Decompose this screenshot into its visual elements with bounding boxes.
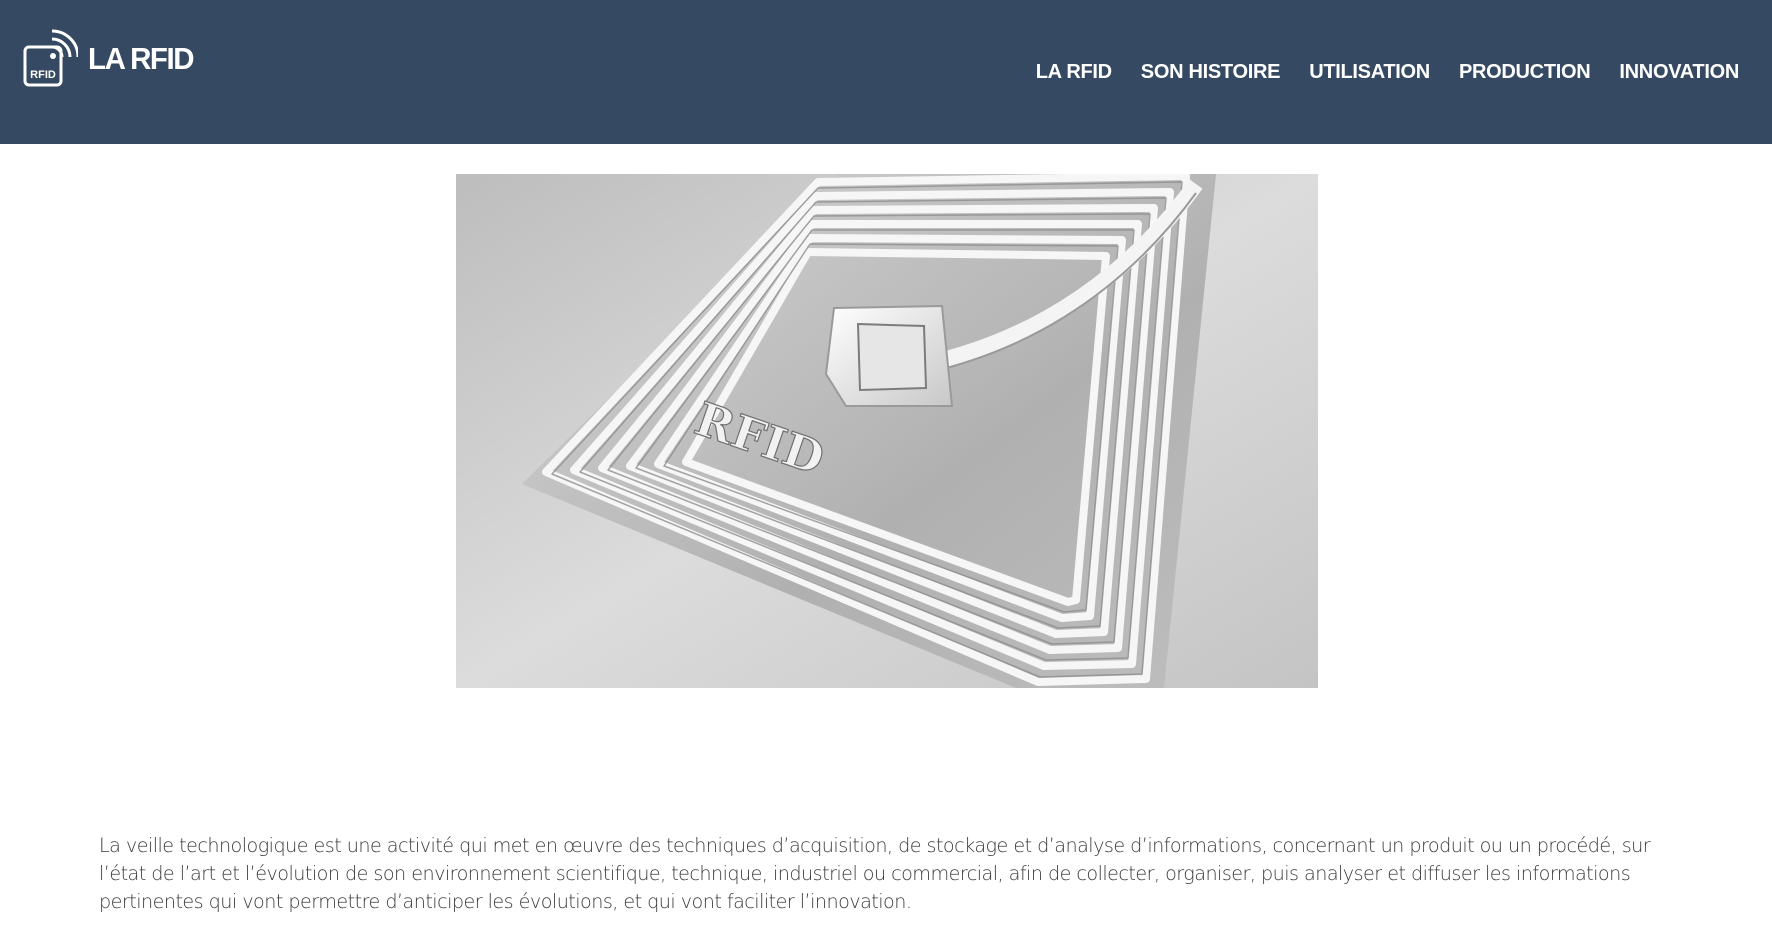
intro-paragraph: La veille technologique est une activité… bbox=[99, 834, 1651, 914]
site-title[interactable]: LA RFID bbox=[88, 43, 194, 74]
rfid-antenna-photo: RFID bbox=[456, 174, 1318, 688]
main-nav: LA RFID SON HISTOIRE UTILISATION PRODUCT… bbox=[1036, 0, 1740, 144]
nav-item-innovation[interactable]: INNOVATION bbox=[1619, 62, 1739, 82]
rfid-tag-icon: RFID bbox=[23, 29, 78, 87]
logo-label: RFID bbox=[30, 69, 56, 81]
nav-item-son-histoire[interactable]: SON HISTOIRE bbox=[1141, 62, 1281, 82]
hero-image: RFID bbox=[456, 174, 1318, 688]
brand-logo[interactable]: RFID LA RFID bbox=[22, 26, 199, 90]
nav-item-production[interactable]: PRODUCTION bbox=[1459, 62, 1591, 82]
nav-item-la-rfid[interactable]: LA RFID bbox=[1036, 62, 1112, 82]
nav-item-utilisation[interactable]: UTILISATION bbox=[1309, 62, 1430, 82]
site-header: RFID LA RFID LA RFID SON HISTOIRE UTILIS… bbox=[0, 0, 1772, 144]
